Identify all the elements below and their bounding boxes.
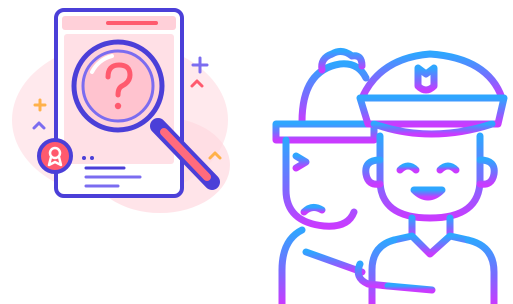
officer-body: [464, 236, 498, 304]
officer-eye: [396, 162, 420, 174]
question-mark-dot: [114, 102, 122, 110]
officer-face: [376, 132, 484, 222]
magnifier-lens-inner: [81, 49, 155, 123]
officer-mouth: [410, 186, 446, 201]
worker-arm: [302, 248, 366, 276]
officer-eye: [436, 162, 460, 174]
worker-mouth: [300, 203, 326, 216]
document-dot: [90, 156, 94, 160]
worker-body: [278, 226, 306, 304]
hard-hat-brim: [272, 120, 378, 144]
worker-and-police-officer-icon: [272, 47, 508, 304]
illustration-canvas: [0, 0, 513, 304]
document-dot: [82, 156, 86, 160]
officer-arm: [384, 282, 436, 294]
hard-hat-icon: [298, 60, 370, 126]
search-document-icon: [12, 8, 230, 213]
award-badge-icon: [37, 138, 73, 174]
worker-eye: [292, 152, 310, 172]
police-badge-icon: [414, 64, 438, 94]
police-cap-band: [356, 94, 508, 128]
officer-body: [368, 236, 398, 304]
